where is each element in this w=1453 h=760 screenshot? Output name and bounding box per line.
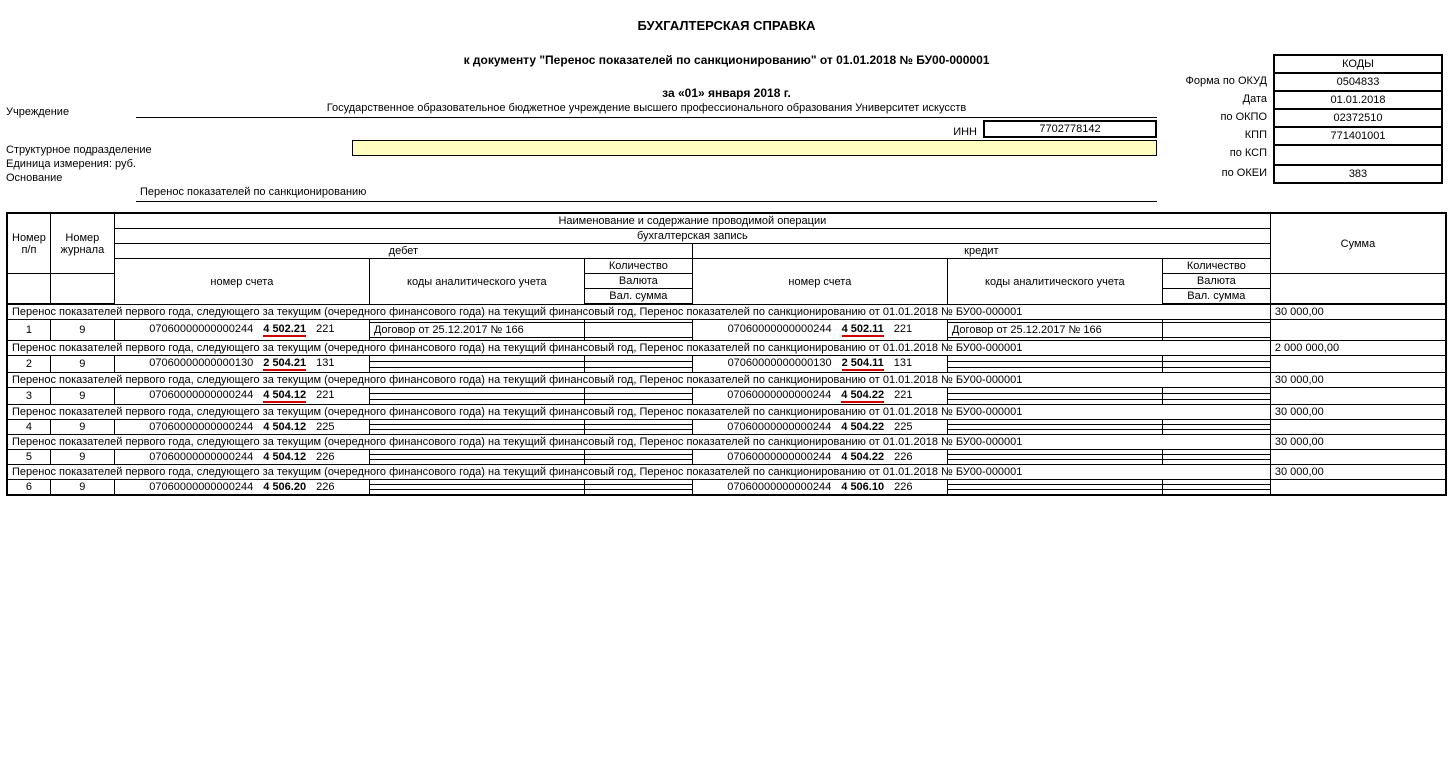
label-inn: ИНН (953, 126, 977, 138)
row-sum: 30 000,00 (1270, 304, 1446, 320)
th-num: Номер п/п (7, 213, 50, 274)
th-opname: Наименование и содержание проводимой опе… (114, 213, 1270, 229)
th-credit-currency: Валюта (1162, 274, 1270, 289)
row-sum: 30 000,00 (1270, 373, 1446, 388)
th-credit: кредит (692, 244, 1270, 259)
org-value: Государственное образовательное бюджетно… (136, 102, 1157, 118)
th-credit-account: номер счета (692, 259, 947, 305)
credit-account: 070600000000002444 504.22221 (692, 388, 947, 405)
th-credit-analytics: коды аналитического учета (947, 259, 1162, 305)
th-entry: бухгалтерская запись (114, 229, 1270, 244)
debit-account: 070600000000001302 504.21131 (114, 356, 369, 373)
row-sum-empty (1270, 356, 1446, 373)
code-okud: 0504833 (1273, 73, 1443, 91)
label-date: Дата (1243, 93, 1267, 105)
row-sum-empty (1270, 420, 1446, 435)
op-text: Перенос показателей первого года, следую… (7, 435, 1270, 450)
credit-account: 070600000000002444 504.22226 (692, 450, 947, 465)
credit-valsum (1162, 490, 1270, 496)
th-sum: Сумма (1270, 213, 1446, 274)
row-sum-empty (1270, 388, 1446, 405)
row-num: 2 (7, 356, 50, 373)
row-num: 5 (7, 450, 50, 465)
row-num: 6 (7, 480, 50, 496)
debit-account: 070600000000002444 506.20226 (114, 480, 369, 496)
row-sum: 30 000,00 (1270, 435, 1446, 450)
th-debit-analytics: коды аналитического учета (369, 259, 584, 305)
code-ksp (1273, 145, 1443, 165)
credit-account: 070600000000002444 502.11221 (692, 320, 947, 341)
debit-account: 070600000000002444 504.12225 (114, 420, 369, 435)
debit-account: 070600000000002444 502.21221 (114, 320, 369, 341)
entries-table: Номер п/п Номер журнала Наименование и с… (6, 212, 1447, 496)
inn-value: 7702778142 (983, 120, 1157, 138)
label-basis: Основание (6, 172, 136, 184)
debit-currency (584, 323, 692, 338)
th-debit-account: номер счета (114, 259, 369, 305)
row-sum: 30 000,00 (1270, 405, 1446, 420)
credit-account: 070600000000002444 504.22225 (692, 420, 947, 435)
row-journal: 9 (50, 356, 114, 373)
row-journal: 9 (50, 388, 114, 405)
row-num: 1 (7, 320, 50, 341)
th-journal: Номер журнала (50, 213, 114, 274)
label-org: Учреждение (6, 106, 136, 118)
row-journal: 9 (50, 420, 114, 435)
debit-analytic-3 (369, 490, 584, 496)
th-credit-valsum: Вал. сумма (1162, 289, 1270, 305)
op-text: Перенос показателей первого года, следую… (7, 405, 1270, 420)
row-journal: 9 (50, 320, 114, 341)
row-journal: 9 (50, 450, 114, 465)
label-okei: по ОКЕИ (1222, 167, 1267, 179)
row-journal: 9 (50, 480, 114, 496)
th-debit-qty: Количество (584, 259, 692, 274)
code-kpp: 771401001 (1273, 127, 1443, 145)
codes-panel: КОДЫ Форма по ОКУД 0504833 Дата 01.01.20… (1273, 54, 1443, 184)
code-okei: 383 (1273, 165, 1443, 184)
th-debit: дебет (114, 244, 692, 259)
struct-value[interactable] (352, 140, 1157, 156)
row-num: 3 (7, 388, 50, 405)
label-kpp: КПП (1245, 129, 1267, 141)
label-unit: Единица измерения: руб. (6, 158, 136, 170)
debit-valsum (584, 490, 692, 496)
label-okpo: по ОКПО (1220, 111, 1267, 123)
credit-analytic-3 (947, 490, 1162, 496)
debit-account: 070600000000002444 504.12221 (114, 388, 369, 405)
label-ksp: по КСП (1230, 147, 1267, 159)
credit-currency (1162, 323, 1270, 338)
doc-title: БУХГАЛТЕРСКАЯ СПРАВКА (6, 18, 1447, 35)
row-sum-empty (1270, 480, 1446, 496)
row-sum: 30 000,00 (1270, 465, 1446, 480)
debit-analytic-2: Договор от 25.12.2017 № 166 (369, 323, 584, 338)
debit-account: 070600000000002444 504.12226 (114, 450, 369, 465)
th-debit-currency: Валюта (584, 274, 692, 289)
doc-period: за «01» января 2018 г. (6, 86, 1447, 100)
credit-account: 070600000000002444 506.10226 (692, 480, 947, 496)
row-num: 4 (7, 420, 50, 435)
op-text: Перенос показателей первого года, следую… (7, 304, 1270, 320)
op-text: Перенос показателей первого года, следую… (7, 341, 1270, 356)
credit-analytic-2: Договор от 25.12.2017 № 166 (947, 323, 1162, 338)
label-okud: Форма по ОКУД (1186, 75, 1268, 87)
th-credit-qty: Количество (1162, 259, 1270, 274)
doc-subtitle: к документу "Перенос показателей по санк… (6, 53, 1447, 69)
row-sum-empty (1270, 450, 1446, 465)
basis-value: Перенос показателей по санкционированию (136, 186, 1157, 202)
credit-account: 070600000000001302 504.11131 (692, 356, 947, 373)
label-struct: Структурное подразделение (6, 144, 152, 156)
op-text: Перенос показателей первого года, следую… (7, 465, 1270, 480)
codes-header: КОДЫ (1273, 54, 1443, 73)
code-okpo: 02372510 (1273, 109, 1443, 127)
th-debit-valsum: Вал. сумма (584, 289, 692, 305)
row-sum-empty (1270, 320, 1446, 341)
code-date: 01.01.2018 (1273, 91, 1443, 109)
op-text: Перенос показателей первого года, следую… (7, 373, 1270, 388)
row-sum: 2 000 000,00 (1270, 341, 1446, 356)
